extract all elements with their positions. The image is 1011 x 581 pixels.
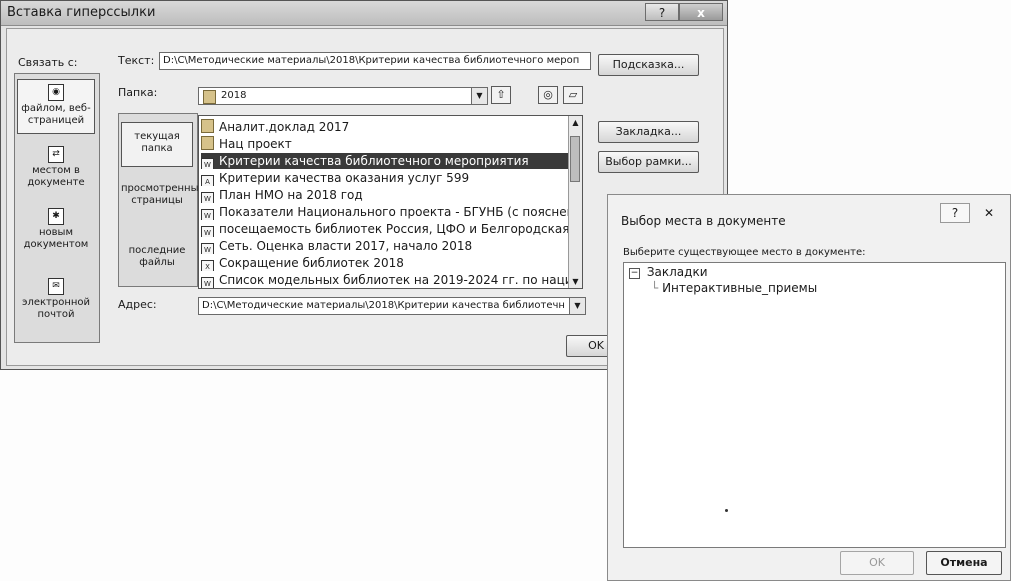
file-list[interactable]: Аналит.доклад 2017 Нац проект W Критерии … (198, 115, 583, 289)
file-name: Сокращение библиотек 2018 (219, 256, 404, 270)
tree-node-bookmark[interactable]: └ Интерактивные_приемы (651, 281, 817, 295)
file-name: Критерии качества библиотечного мероприя… (219, 154, 529, 168)
scroll-down-icon[interactable]: ▼ (569, 275, 582, 288)
list-item[interactable]: Wпосещаемость библиотек Россия, ЦФО и Бе… (201, 221, 568, 237)
file-web-icon: ◉ (48, 84, 64, 101)
list-item[interactable]: W Сеть. Оценка власти 2017, начало 2018 (201, 238, 568, 254)
email-icon: ✉ (48, 278, 64, 295)
close-button[interactable]: x (679, 3, 723, 21)
text-to-display-field[interactable]: D:\C\Методические материалы\2018\Критери… (159, 52, 591, 70)
folder-icon (201, 119, 214, 133)
collapse-icon[interactable]: − (629, 268, 640, 279)
file-name: План НМО на 2018 год (219, 188, 363, 202)
link-to-place-label: местом в документе (27, 165, 85, 188)
bookmark-tree[interactable]: − Закладки └ Интерактивные_приемы (623, 262, 1006, 548)
link-to-label: Связать с: (18, 56, 78, 69)
file-name: посещаемость библиотек Россия, ЦФО и Бел… (219, 222, 568, 236)
folder-value: 2018 (221, 90, 247, 101)
list-item[interactable]: W Показатели Национального проекта - БГУН… (201, 204, 568, 220)
folder-label: Папка: (118, 86, 158, 99)
close-icon[interactable]: ✕ (974, 203, 1004, 223)
list-item[interactable]: Нац проект (201, 136, 568, 152)
select-place-dialog: Выбор места в документе ? ✕ Выберите сущ… (607, 194, 1011, 581)
link-to-file-web-button[interactable]: ◉ файлом, веб-страницей (17, 79, 95, 134)
tree-connector-icon: └ (651, 281, 659, 295)
bookmark-button[interactable]: Закладка... (598, 121, 699, 143)
scroll-up-icon[interactable]: ▲ (569, 116, 582, 129)
word-document-icon: W (201, 277, 214, 288)
folder-icon (201, 136, 214, 150)
list-item[interactable]: A Критерии качества оказания услуг 599 (201, 170, 568, 186)
file-name: Нац проект (219, 137, 292, 151)
browse-file-icon[interactable]: ▱ (563, 86, 583, 104)
word-document-icon: W (201, 158, 214, 169)
link-to-panel: ◉ файлом, веб-страницей ⇄ местом в докум… (14, 73, 100, 343)
chevron-down-icon[interactable]: ▼ (471, 88, 487, 104)
folder-dropdown[interactable]: 2018 ▼ (198, 87, 488, 105)
target-frame-button[interactable]: Выбор рамки... (598, 151, 699, 173)
ok-button[interactable]: OK (840, 551, 914, 575)
file-name: Список модельных библиотек на 2019-2024 … (219, 273, 568, 287)
place-in-document-icon: ⇄ (48, 146, 64, 163)
link-to-new-document-label: новым документом (23, 227, 89, 250)
recent-files-button[interactable]: последние файлы (121, 242, 193, 276)
pdf-document-icon: A (201, 175, 214, 186)
file-name: Аналит.доклад 2017 (219, 120, 350, 134)
word-document-icon: W (201, 243, 214, 254)
dialog-title: Вставка гиперссылки (7, 5, 156, 20)
address-field[interactable]: D:\C\Методические материалы\2018\Критери… (198, 297, 586, 315)
list-item-selected[interactable]: W Критерии качества библиотечного меропри… (201, 153, 568, 169)
look-in-panel: текущая папка просмотренные страницы пос… (118, 113, 205, 287)
link-to-place-button[interactable]: ⇄ местом в документе (17, 142, 95, 192)
word-document-icon: W (201, 209, 214, 220)
browsed-pages-button[interactable]: просмотренные страницы (121, 180, 205, 225)
tree-node-label: Закладки (646, 265, 708, 279)
link-to-email-label: электронной почтой (21, 297, 91, 320)
list-item[interactable]: W Список модельных библиотек на 2019-2024… (201, 272, 568, 288)
new-document-icon: ✱ (48, 208, 64, 225)
address-label: Адрес: (118, 298, 157, 311)
file-name: Показатели Национального проекта - БГУНБ… (219, 205, 568, 219)
browse-web-icon[interactable]: ◎ (538, 86, 558, 104)
speck (725, 509, 728, 512)
dialog-title: Выбор места в документе (621, 214, 786, 228)
list-item[interactable]: W План НМО на 2018 год (201, 187, 568, 203)
file-name: Сеть. Оценка власти 2017, начало 2018 (219, 239, 473, 253)
link-to-file-web-label: файлом, веб-страницей (21, 103, 91, 126)
tree-node-bookmarks[interactable]: − Закладки (629, 265, 708, 279)
word-document-icon: W (201, 226, 214, 237)
address-value: D:\C\Методические материалы\2018\Критери… (202, 300, 565, 311)
link-to-email-button[interactable]: ✉ электронной почтой (17, 274, 95, 324)
scrollbar-thumb[interactable] (570, 136, 580, 182)
word-document-icon: W (201, 192, 214, 203)
chevron-down-icon[interactable]: ▼ (569, 298, 585, 314)
text-label: Текст: (118, 54, 155, 67)
up-folder-icon[interactable]: ⇧ (491, 86, 511, 104)
list-item[interactable]: Аналит.доклад 2017 (201, 119, 568, 135)
file-list-scrollbar[interactable]: ▲ ▼ (568, 116, 582, 288)
dialog-title-bar: Вставка гиперссылки ? x (1, 1, 727, 26)
cancel-button[interactable]: Отмена (926, 551, 1002, 575)
screentip-button[interactable]: Подсказка... (598, 54, 699, 76)
help-button[interactable]: ? (940, 203, 970, 223)
tree-node-label: Интерактивные_приемы (662, 281, 818, 295)
place-prompt: Выберите существующее место в документе: (623, 247, 866, 258)
help-button[interactable]: ? (645, 3, 679, 21)
list-item[interactable]: X Сокращение библиотек 2018 (201, 255, 568, 271)
link-to-new-document-button[interactable]: ✱ новым документом (17, 204, 95, 254)
excel-document-icon: X (201, 260, 214, 271)
file-name: Критерии качества оказания услуг 599 (219, 171, 470, 185)
folder-icon (203, 90, 216, 104)
current-folder-button[interactable]: текущая папка (121, 122, 193, 167)
